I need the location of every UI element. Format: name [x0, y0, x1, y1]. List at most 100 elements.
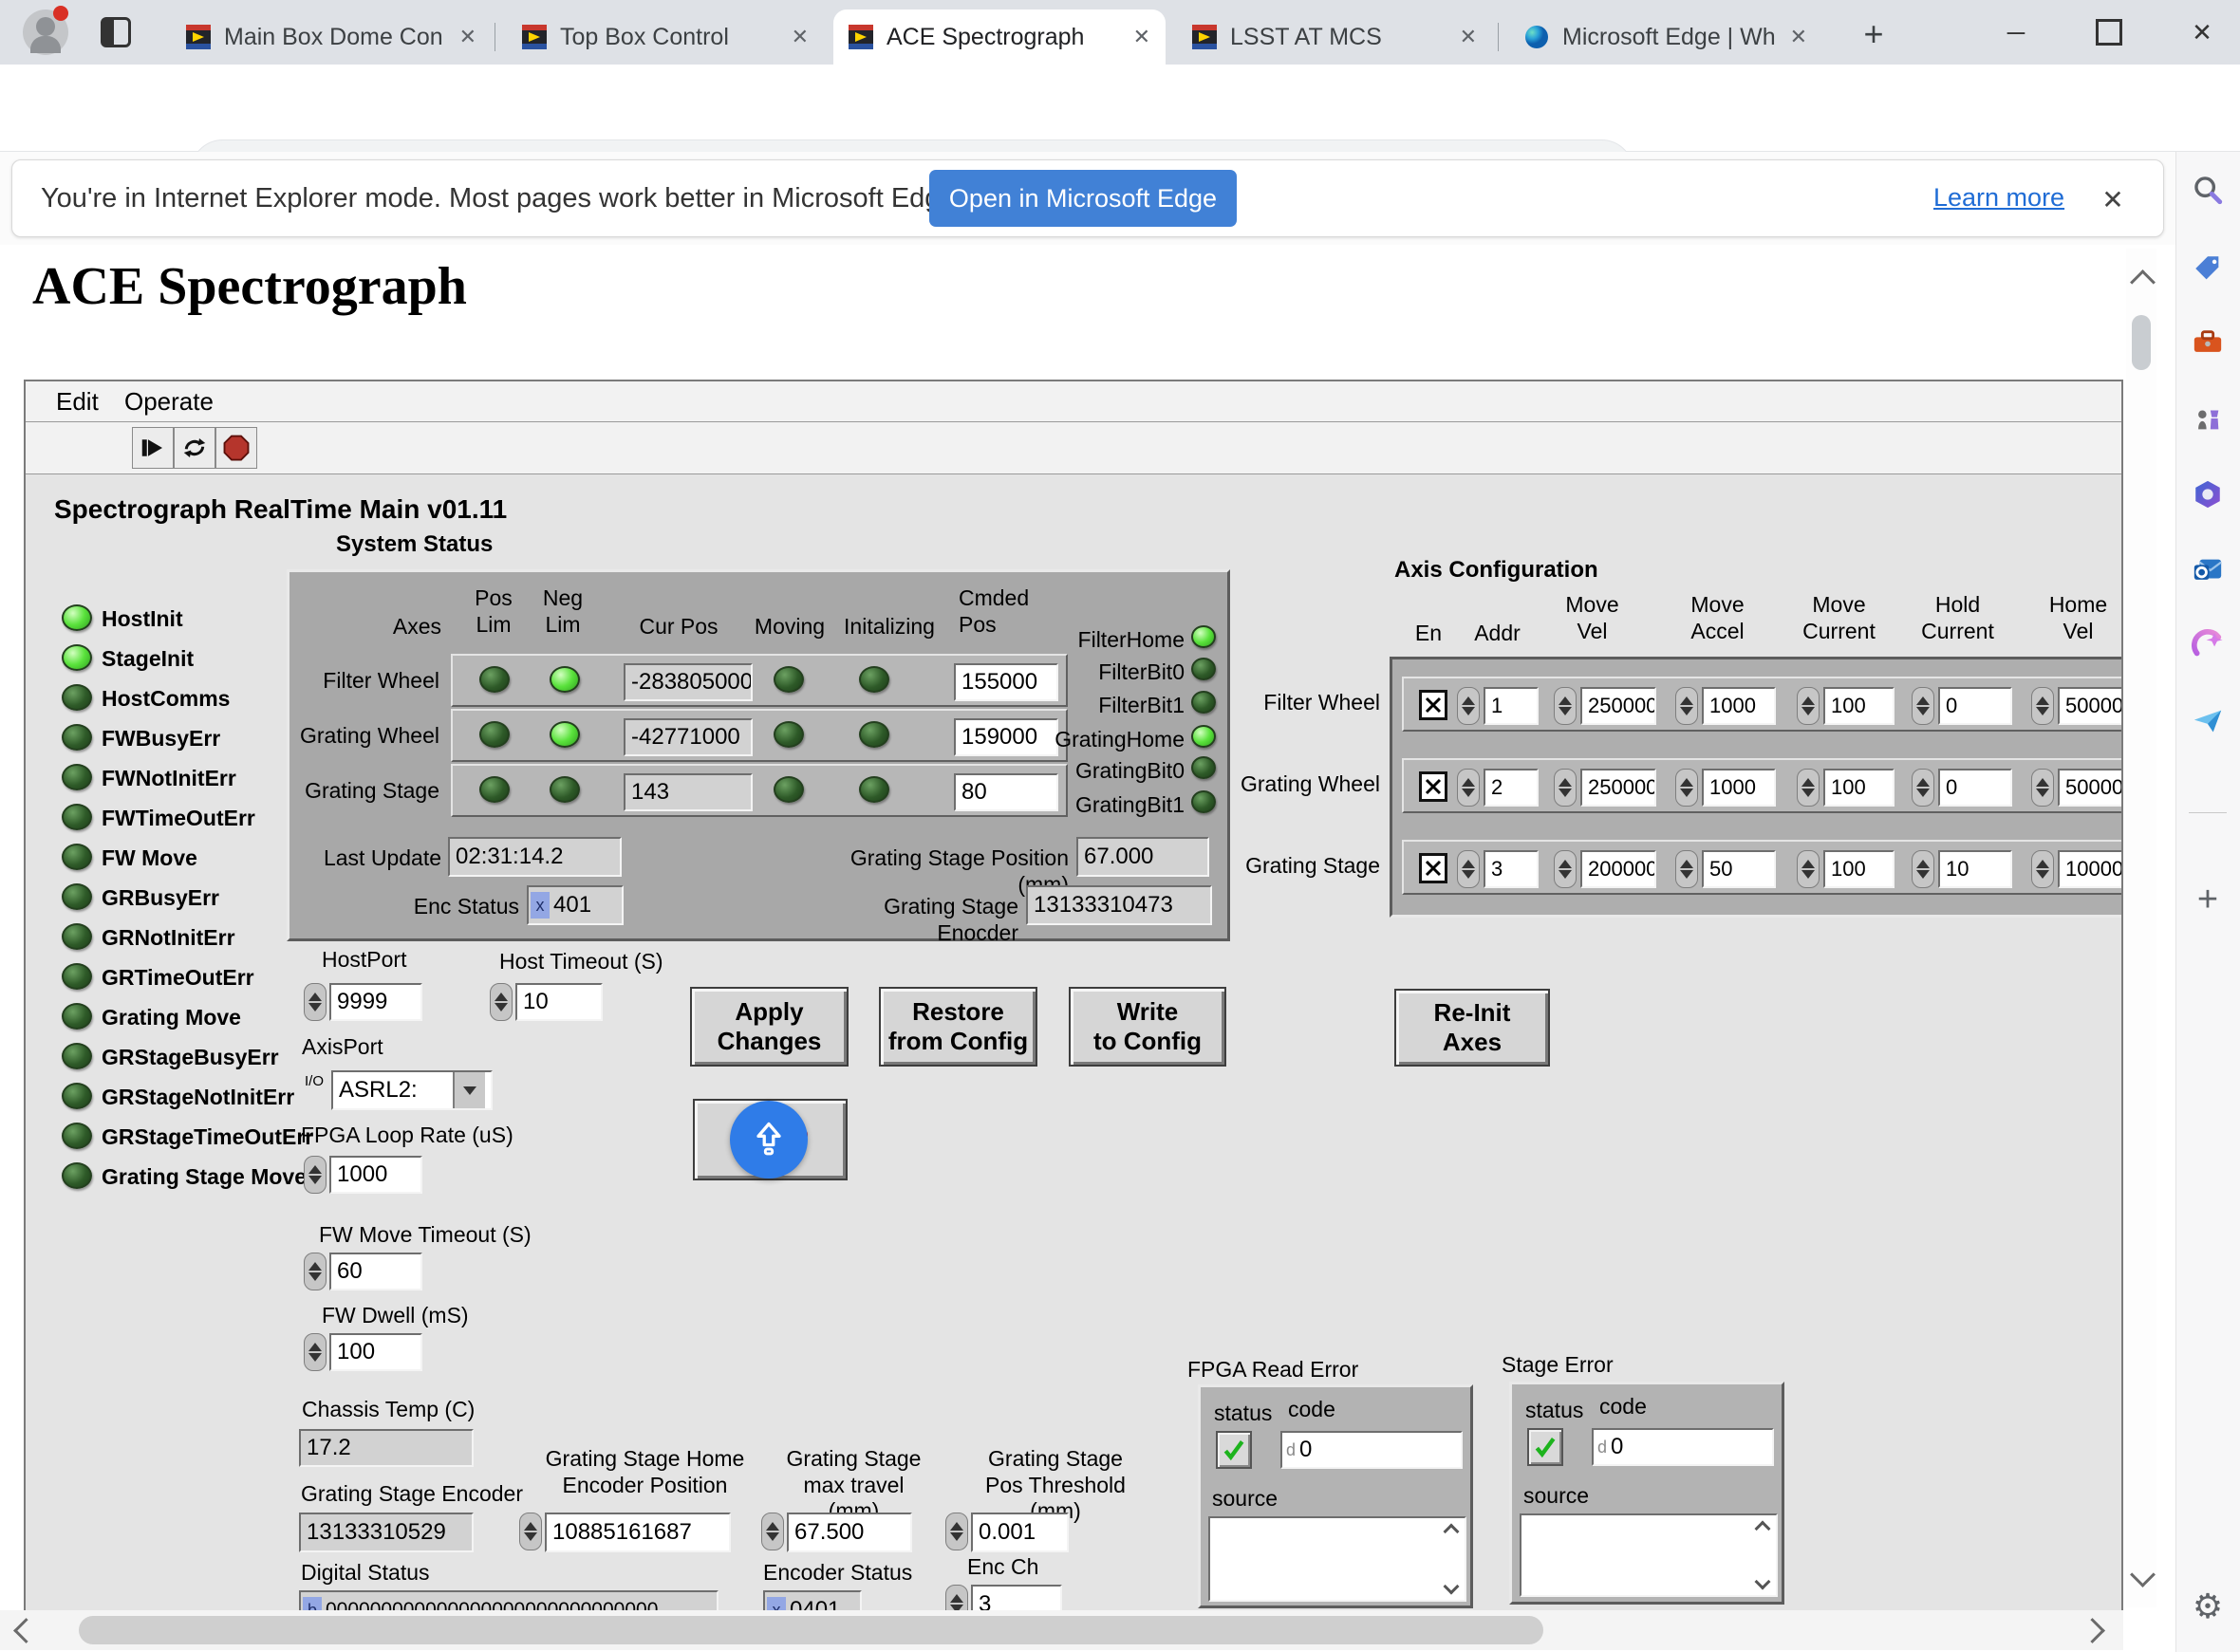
sidebar-shopping-icon[interactable] [2189, 250, 2227, 288]
menu-operate[interactable]: Operate [124, 387, 214, 417]
tab-close-icon[interactable]: ✕ [1790, 25, 1807, 49]
move-vel-field[interactable]: 200000 [1580, 850, 1656, 888]
home-vel-field[interactable]: 50000 [2058, 769, 2123, 807]
tab-close-icon[interactable]: ✕ [1133, 25, 1150, 49]
horizontal-scrollbar-thumb[interactable] [79, 1616, 1543, 1644]
vertical-scrollbar[interactable] [2126, 249, 2156, 1607]
sidebar-games-icon[interactable] [2189, 399, 2227, 437]
error-code-field[interactable]: d0 [1280, 1431, 1463, 1469]
tab-close-icon[interactable]: ✕ [792, 25, 809, 49]
close-button[interactable]: ✕ [2177, 8, 2227, 57]
error-source-textarea[interactable] [1520, 1513, 1778, 1597]
hold-current-field[interactable]: 0 [1938, 769, 2012, 807]
axis-enable-checkbox[interactable] [1419, 771, 1447, 802]
tab-layout-icon[interactable] [101, 17, 131, 47]
minimize-button[interactable]: ─ [1991, 8, 2041, 57]
sidebar-designer-icon[interactable] [2189, 626, 2227, 664]
sidebar-drop-icon[interactable] [2189, 702, 2227, 740]
scroll-down-icon[interactable] [1442, 1577, 1461, 1596]
move-accel-field[interactable]: 1000 [1702, 687, 1776, 725]
dropdown-arrow-icon[interactable] [453, 1072, 485, 1108]
fw-move-timeout-spinner[interactable] [304, 1253, 327, 1290]
scroll-left-icon[interactable] [17, 1622, 35, 1644]
profile-avatar[interactable] [23, 9, 68, 55]
move-current-field[interactable]: 100 [1823, 850, 1895, 888]
move-current-spinner[interactable] [1797, 769, 1820, 807]
axis-enable-checkbox[interactable] [1419, 690, 1447, 720]
run-button[interactable] [132, 427, 174, 469]
tab-microsoft-edge[interactable]: Microsoft Edge | Wh ✕ [1509, 9, 1822, 65]
maximize-button[interactable] [2084, 8, 2134, 57]
fw-move-timeout-field[interactable]: 60 [329, 1253, 422, 1290]
sidebar-settings-gear-icon[interactable]: ⚙ [2189, 1587, 2227, 1625]
hold-current-spinner[interactable] [1912, 687, 1934, 725]
write-to-config-button[interactable]: Write to Config [1069, 987, 1226, 1067]
status-ok-checkmark[interactable] [1527, 1428, 1563, 1466]
tab-close-icon[interactable]: ✕ [459, 25, 476, 49]
addr-field[interactable]: 3 [1484, 850, 1539, 888]
axis-enable-checkbox[interactable] [1419, 853, 1447, 883]
move-current-field[interactable]: 100 [1823, 687, 1895, 725]
move-current-spinner[interactable] [1797, 687, 1820, 725]
hostport-spinner[interactable] [304, 983, 327, 1021]
error-code-field[interactable]: d0 [1592, 1428, 1774, 1466]
open-in-edge-button[interactable]: Open in Microsoft Edge [929, 170, 1237, 227]
new-tab-button[interactable]: + [1853, 13, 1895, 55]
sidebar-customize-icon[interactable]: + [2189, 881, 2227, 919]
tab-lsst-at-mcs[interactable]: LSST AT MCS ✕ [1177, 9, 1492, 65]
gs-max-travel-spinner[interactable] [761, 1513, 784, 1550]
gs-threshold-field[interactable]: 0.001 [971, 1513, 1069, 1552]
move-accel-spinner[interactable] [1675, 769, 1698, 807]
axisport-combo[interactable]: ASRL2: [331, 1070, 493, 1110]
abort-button[interactable] [215, 427, 257, 469]
fw-dwell-field[interactable]: 100 [329, 1333, 422, 1371]
move-vel-field[interactable]: 250000 [1580, 769, 1656, 807]
scroll-right-icon[interactable] [2083, 1622, 2101, 1644]
reinit-axes-button[interactable]: Re-Init Axes [1394, 989, 1550, 1067]
scroll-down-icon[interactable] [2134, 1566, 2152, 1588]
tab-ace-spectrograph[interactable]: ACE Spectrograph ✕ [833, 9, 1166, 65]
gs-max-travel-field[interactable]: 67.500 [787, 1513, 912, 1552]
move-accel-field[interactable]: 1000 [1702, 769, 1776, 807]
host-timeout-spinner[interactable] [490, 983, 513, 1021]
move-vel-field[interactable]: 250000 [1580, 687, 1656, 725]
sidebar-search-icon[interactable] [2189, 171, 2227, 209]
gs-home-spinner[interactable] [519, 1513, 542, 1550]
addr-field[interactable]: 1 [1484, 687, 1539, 725]
enc-ch-field[interactable]: 3 [971, 1585, 1062, 1613]
restore-from-config-button[interactable]: Restore from Config [879, 987, 1037, 1067]
fpga-loop-spinner[interactable] [304, 1156, 327, 1194]
home-vel-spinner[interactable] [2031, 850, 2054, 888]
move-vel-spinner[interactable] [1554, 850, 1577, 888]
move-accel-spinner[interactable] [1675, 687, 1698, 725]
move-vel-spinner[interactable] [1554, 769, 1577, 807]
home-vel-spinner[interactable] [2031, 687, 2054, 725]
addr-field[interactable]: 2 [1484, 769, 1539, 807]
move-current-field[interactable]: 100 [1823, 769, 1895, 807]
apply-changes-button[interactable]: Apply Changes [690, 987, 849, 1067]
enc-ch-spinner[interactable] [945, 1585, 968, 1613]
hold-current-field[interactable]: 10 [1938, 850, 2012, 888]
menu-edit[interactable]: Edit [56, 387, 99, 417]
hostport-field[interactable]: 9999 [329, 983, 422, 1021]
scroll-up-icon[interactable] [1442, 1522, 1461, 1541]
radix-dec-chip[interactable]: d [1286, 1440, 1296, 1460]
home-vel-field[interactable]: 50000 [2058, 687, 2123, 725]
gs-threshold-spinner[interactable] [945, 1513, 968, 1550]
sidebar-outlook-icon[interactable] [2189, 551, 2227, 589]
hold-current-field[interactable]: 0 [1938, 687, 2012, 725]
move-current-spinner[interactable] [1797, 850, 1820, 888]
addr-spinner[interactable] [1457, 687, 1480, 725]
tab-close-icon[interactable]: ✕ [1460, 25, 1477, 49]
gs-home-field[interactable]: 10885161687 [545, 1513, 731, 1552]
move-accel-field[interactable]: 50 [1702, 850, 1776, 888]
addr-spinner[interactable] [1457, 850, 1480, 888]
banner-close-icon[interactable]: ✕ [2091, 177, 2135, 221]
sidebar-m365-icon[interactable] [2189, 475, 2227, 513]
status-ok-checkmark[interactable] [1216, 1431, 1252, 1469]
error-source-textarea[interactable] [1208, 1516, 1466, 1602]
horizontal-scrollbar[interactable] [0, 1610, 2123, 1650]
sidebar-tools-icon[interactable] [2189, 324, 2227, 362]
move-vel-spinner[interactable] [1554, 687, 1577, 725]
tab-main-box-dome[interactable]: Main Box Dome Con ✕ [171, 9, 492, 65]
